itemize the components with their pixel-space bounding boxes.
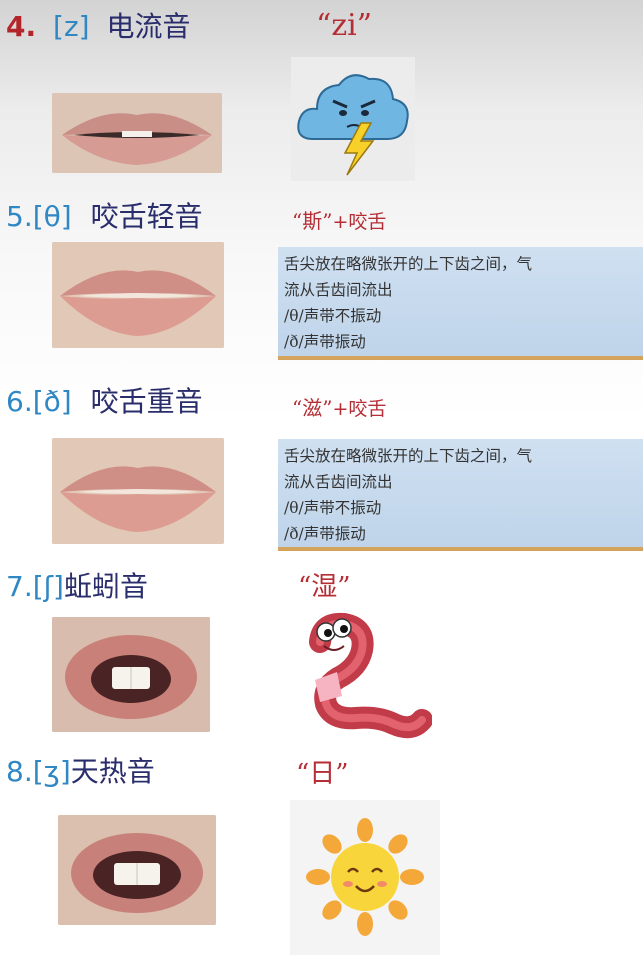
item-7-name: 蚯蚓音 — [63, 570, 148, 603]
item-8-mouth-image — [58, 815, 216, 925]
item-5-note-line-1: 舌尖放在略微张开的上下齿之间，气 — [284, 255, 533, 273]
item-6-mouth-image — [52, 438, 224, 544]
item-6-name: 咬舌重音 — [90, 385, 203, 418]
item-7-number: 7. — [6, 570, 33, 603]
item-5-mouth-image — [52, 242, 224, 348]
item-5-note-line-2: 流从舌齿间流出 — [284, 281, 393, 299]
item-6-ipa: [ð] — [32, 385, 72, 418]
item-6-quote-row: “滋”+咬舌 — [292, 392, 386, 421]
item-4-quote: “zi” — [316, 8, 373, 43]
item-4-mouth-image — [52, 93, 222, 173]
item-8-ipa: [ʒ] — [32, 755, 71, 788]
item-6-note: 舌尖放在略微张开的上下齿之间，气 流从舌齿间流出 /θ/声带不振动 /ð/声带振… — [278, 439, 643, 551]
item-4-ipa: [z] — [53, 10, 90, 43]
item-6-number: 6. — [6, 385, 33, 418]
item-5-note-line-3: /θ/声带不振动 — [284, 307, 382, 325]
item-6-note-line-4: /ð/声带振动 — [284, 525, 366, 543]
item-7-ipa: [ʃ] — [32, 570, 64, 603]
item-5-number: 5. — [6, 200, 33, 233]
item-6-plus: +咬舌 — [332, 398, 387, 420]
item-7-quote: “湿” — [298, 572, 351, 602]
sun-picture — [290, 800, 440, 955]
item-4-number: 4. — [6, 10, 37, 43]
item-4-name: 电流音 — [106, 10, 191, 43]
item-8-quote: “日” — [296, 759, 349, 789]
item-6-quote: “滋” — [292, 396, 333, 420]
item-5-note-line-4: /ð/声带振动 — [284, 333, 366, 351]
item-7-heading: 7.[ʃ]蚯蚓音 — [6, 570, 148, 604]
item-7-mouth-image — [52, 617, 210, 732]
item-6-note-line-1: 舌尖放在略微张开的上下齿之间，气 — [284, 447, 533, 465]
item-8-name: 天热音 — [70, 755, 155, 788]
item-8-number: 8. — [6, 755, 33, 788]
item-5-heading: 5.[θ] 咬舌轻音 — [6, 200, 203, 234]
item-8-heading: 8.[ʒ]天热音 — [6, 755, 155, 789]
cloud-lightning-picture — [291, 57, 415, 181]
item-6-note-line-3: /θ/声带不振动 — [284, 499, 382, 517]
item-5-plus: +咬舌 — [332, 211, 387, 233]
item-5-note: 舌尖放在略微张开的上下齿之间，气 流从舌齿间流出 /θ/声带不振动 /ð/声带振… — [278, 247, 643, 360]
item-6-note-line-2: 流从舌齿间流出 — [284, 473, 393, 491]
item-6-heading: 6.[ð] 咬舌重音 — [6, 385, 203, 419]
item-5-quote: “斯” — [292, 209, 333, 233]
worm-picture — [282, 612, 433, 740]
item-5-name: 咬舌轻音 — [90, 200, 203, 233]
item-5-ipa: [θ] — [32, 200, 72, 233]
item-4-heading: 4. [z] 电流音 — [6, 10, 191, 44]
item-5-quote-row: “斯”+咬舌 — [292, 205, 386, 234]
